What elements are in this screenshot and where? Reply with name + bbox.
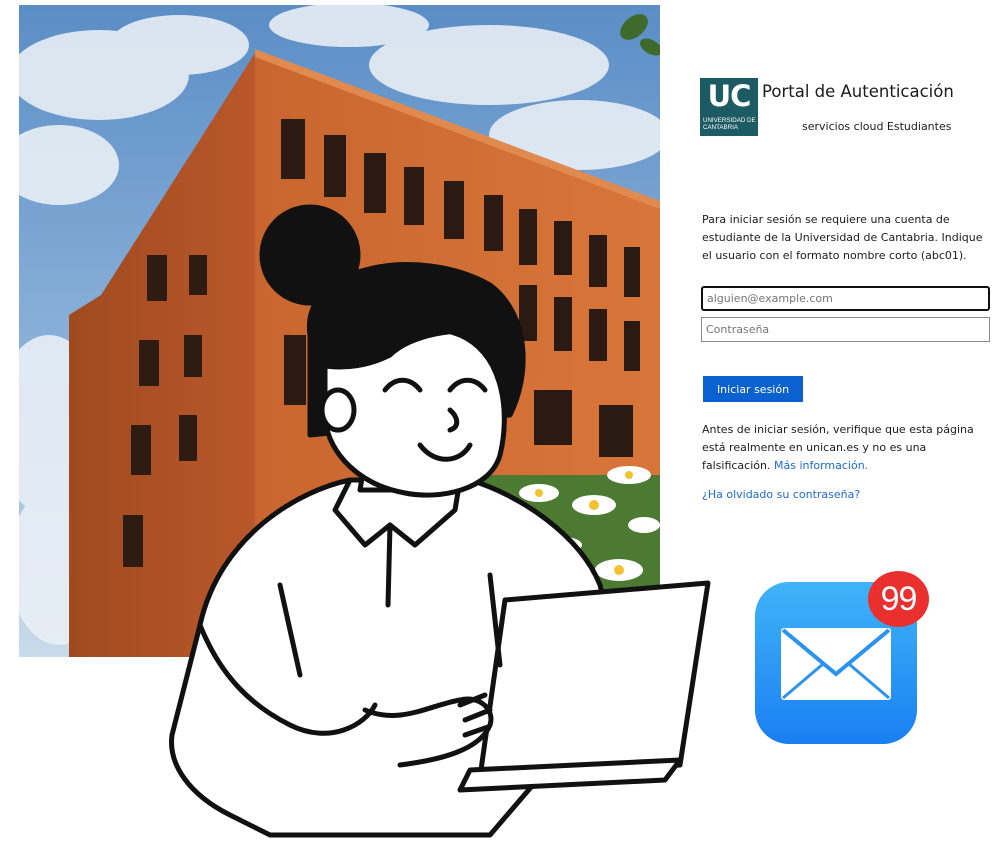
email-field[interactable]	[701, 286, 990, 311]
uc-logo: UC UNIVERSIDAD DE CANTABRIA	[700, 78, 758, 136]
login-instructions: Para iniciar sesión se requiere una cuen…	[702, 213, 983, 262]
uc-logo-subtext: UNIVERSIDAD DE CANTABRIA	[703, 117, 756, 131]
password-field[interactable]	[701, 317, 990, 342]
more-info-link[interactable]: Más información.	[774, 459, 868, 472]
mail-envelope-icon	[781, 628, 891, 700]
sign-in-button[interactable]: Iniciar sesión	[703, 376, 803, 402]
uc-logo-letters: UC	[707, 79, 752, 113]
notification-badge: 99	[868, 571, 929, 627]
phishing-warning: Antes de iniciar sesión, verifique que e…	[702, 421, 994, 475]
page-title: Portal de Autenticación	[762, 82, 954, 101]
page-subtitle: servicios cloud Estudiantes	[802, 120, 952, 133]
student-with-laptop-illustration	[160, 204, 720, 861]
forgot-password-link[interactable]: ¿Ha olvidado su contraseña?	[702, 488, 860, 501]
